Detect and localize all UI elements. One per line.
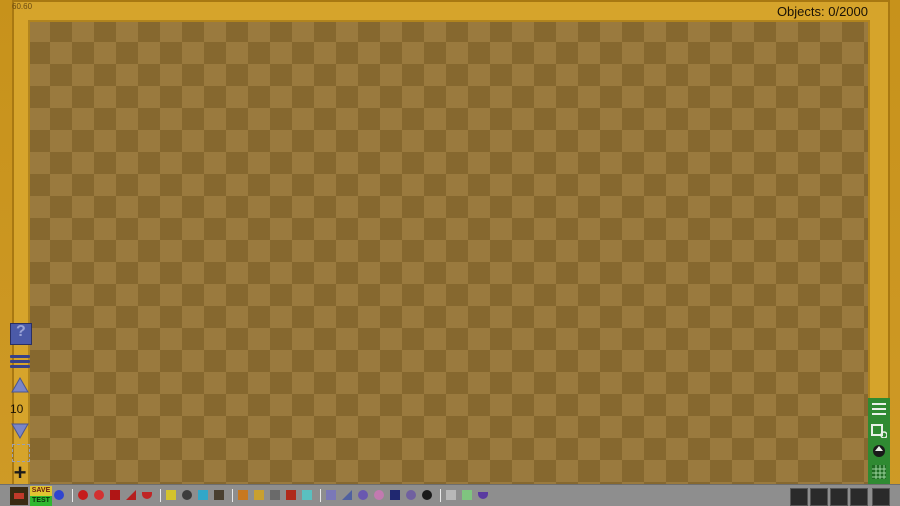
edit-object-icon[interactable]: [790, 488, 808, 506]
ladder-icon[interactable]: [270, 490, 280, 500]
red-plus-ball-icon[interactable]: [94, 490, 104, 500]
gray-ball-icon[interactable]: [182, 490, 192, 500]
red-half-icon[interactable]: [142, 492, 152, 499]
bottom-toolbar: SAVE TEST: [0, 484, 900, 506]
red-box-icon[interactable]: [286, 490, 296, 500]
add-button[interactable]: +: [10, 462, 30, 484]
slope-icon[interactable]: [342, 490, 352, 500]
right-toolbar: [868, 398, 890, 486]
green-tile-icon[interactable]: [462, 490, 472, 500]
game-level-editor: 60.60 Objects: 0/2000 ? 10 + SAVE TEST: [0, 0, 900, 506]
blue-ball-icon[interactable]: [54, 490, 64, 500]
level-canvas[interactable]: [28, 20, 870, 486]
camera-icon[interactable]: [850, 488, 868, 506]
red-ramp-icon[interactable]: [126, 490, 136, 500]
palette-separator: [440, 489, 441, 502]
left-toolbar: ? 10 +: [8, 320, 32, 506]
grid-tool-icon[interactable]: [871, 464, 887, 480]
red-ball-icon[interactable]: [78, 490, 88, 500]
gear-box-icon[interactable]: [446, 490, 456, 500]
settings-icon[interactable]: [872, 488, 890, 506]
layers-button[interactable]: [10, 353, 30, 373]
layer-down-arrow-icon[interactable]: [10, 420, 30, 440]
layer-up-arrow-icon[interactable]: [10, 376, 30, 396]
purple-oval-icon[interactable]: [406, 490, 416, 500]
help-button[interactable]: ?: [10, 323, 32, 345]
yellow-block-icon[interactable]: [166, 490, 176, 500]
cyan-c-icon[interactable]: [198, 490, 208, 500]
pin-icon[interactable]: [422, 490, 432, 500]
red-block-icon[interactable]: [110, 490, 120, 500]
orange-crate-icon[interactable]: [238, 490, 248, 500]
purple-ring-icon[interactable]: [358, 490, 368, 500]
navy-box-icon[interactable]: [390, 490, 400, 500]
purple-bowl-icon[interactable]: [478, 492, 488, 499]
layer-number: 10: [10, 402, 24, 416]
save-button[interactable]: SAVE: [30, 486, 52, 496]
copy-tool-icon[interactable]: [871, 422, 887, 438]
palette-separator: [72, 489, 73, 502]
paint-icon[interactable]: [830, 488, 848, 506]
striped-icon[interactable]: [254, 490, 264, 500]
teal-tile-icon[interactable]: [302, 490, 312, 500]
brush-tool-icon[interactable]: [871, 443, 887, 459]
palette-separator: [320, 489, 321, 502]
palette-separator: [160, 489, 161, 502]
menu-lines-icon[interactable]: [871, 401, 887, 417]
pink-ball-icon[interactable]: [374, 490, 384, 500]
object-counter: Objects: 0/2000: [776, 4, 868, 19]
palette-separator: [232, 489, 233, 502]
layers-icon: [10, 355, 30, 358]
edit-mode-icon[interactable]: [10, 487, 28, 505]
help-label: ?: [16, 323, 26, 340]
test-button[interactable]: TEST: [30, 496, 52, 506]
dark-box-icon[interactable]: [214, 490, 224, 500]
play-icon[interactable]: [810, 488, 828, 506]
purple-frame-icon[interactable]: [326, 490, 336, 500]
fps-counter: 60.60: [12, 2, 33, 11]
